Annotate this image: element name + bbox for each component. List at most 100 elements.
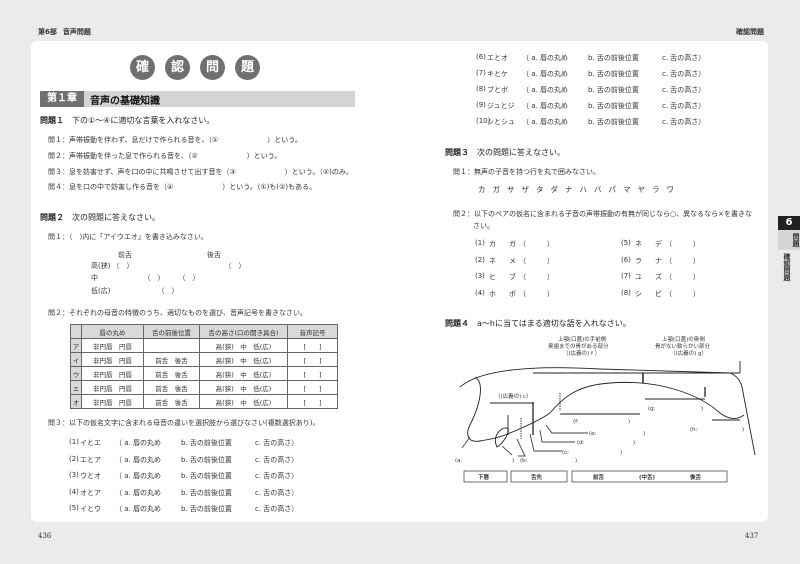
choice-c[interactable]: c. 舌の高さ） xyxy=(255,504,298,514)
choice-c[interactable]: c. 舌の高さ） xyxy=(662,85,705,95)
position-cell[interactable] xyxy=(143,338,200,353)
kana-row[interactable]: カガサザタダナハバパマヤラワ xyxy=(478,184,681,195)
pair-number: (8) xyxy=(621,288,631,297)
label-f-line2: 奥歯までの骨がある部分 xyxy=(548,342,609,350)
item-text: 息を口の中で妨害し作る音を（④ ）という。（①)も(②)もある。 xyxy=(69,183,317,191)
item-text: 声帯振動を伴わず、息だけで作られる音を、（① ）という。 xyxy=(69,136,302,144)
height-cell[interactable]: 高(狭) 中 低(広) xyxy=(199,394,288,409)
choice-a[interactable]: （ a. 唇の丸め xyxy=(115,438,161,448)
symbol-cell[interactable]: [ ] xyxy=(287,338,338,353)
answer-blank[interactable]: （ ） xyxy=(665,239,700,249)
svg-text:): ) xyxy=(512,458,514,464)
choice-b[interactable]: b. 舌の前後位置 xyxy=(588,85,639,95)
height-cell[interactable]: 高(狭) 中 低(広) xyxy=(199,366,288,381)
box-mid-tongue: (中舌) xyxy=(639,473,656,481)
symbol-cell[interactable]: [ ] xyxy=(287,366,338,381)
blank-c[interactable]: (c: xyxy=(562,450,569,456)
item-label: 問３： xyxy=(48,168,69,176)
position-cell[interactable]: 前舌 後舌 xyxy=(143,380,200,395)
svg-text:): ) xyxy=(633,440,635,446)
row-kana: ウ xyxy=(70,366,82,381)
column-header: 音声記号 xyxy=(287,324,338,339)
choice-a[interactable]: （ a. 唇の丸め xyxy=(522,85,568,95)
answer-blank[interactable]: （ ） xyxy=(519,256,554,266)
pair-number: (9) xyxy=(476,101,486,109)
choice-c[interactable]: c. 舌の高さ） xyxy=(662,53,705,63)
blank-f[interactable]: (f: xyxy=(573,419,579,425)
choice-c[interactable]: c. 舌の高さ） xyxy=(255,488,298,498)
blank-h[interactable]: (h: xyxy=(690,427,698,433)
height-cell[interactable]: 高(狭) 中 低(広) xyxy=(199,380,288,395)
choice-c[interactable]: c. 舌の高さ） xyxy=(662,101,705,111)
pair-kana: イとウ xyxy=(80,505,101,513)
choice-b[interactable]: b. 舌の前後位置 xyxy=(181,438,232,448)
table-row: エ 非円唇 円唇 前舌 後舌 高(狭) 中 低(広) [ ] xyxy=(70,380,338,395)
lips-cell[interactable]: 非円唇 円唇 xyxy=(81,366,144,381)
item-text: 以下のペアの仮名に含まれる子音の声帯振動の有無が同じなら○、異なるなら×を書きな xyxy=(474,210,752,218)
table-row: オ 非円唇 円唇 前舌 後舌 高(狭) 中 低(広) [ ] xyxy=(70,394,338,409)
lips-cell[interactable]: 非円唇 円唇 xyxy=(81,394,144,409)
choice-c[interactable]: c. 舌の高さ） xyxy=(255,455,298,465)
svg-text:): ) xyxy=(575,458,577,464)
choice-b[interactable]: b. 舌の前後位置 xyxy=(181,455,232,465)
pair-kana: ユ ズ xyxy=(635,273,665,281)
pair-kana: ネ メ xyxy=(489,256,519,265)
blank-a[interactable]: (a: xyxy=(455,458,463,464)
choice-a[interactable]: （ a. 唇の丸め xyxy=(115,488,161,498)
height-cell[interactable]: 高(狭) 中 低(広) xyxy=(199,352,288,367)
section-tab[interactable]: 6 問題 確認問題 xyxy=(778,216,800,281)
blank-b[interactable]: (b: xyxy=(520,458,528,464)
pair-number: (5) xyxy=(621,239,631,247)
choice-b[interactable]: b. 舌の前後位置 xyxy=(588,69,639,79)
item-text: 以下の仮名文字に含まれる母音の違いを選択肢から選びなさい(複数選択あり)。 xyxy=(69,419,320,427)
choice-b[interactable]: b. 舌の前後位置 xyxy=(181,504,232,514)
choice-c[interactable]: c. 舌の高さ） xyxy=(662,69,705,79)
position-cell[interactable]: 前舌 後舌 xyxy=(143,366,200,381)
choice-b[interactable]: b. 舌の前後位置 xyxy=(181,471,232,481)
symbol-cell[interactable]: [ ] xyxy=(287,380,338,395)
position-cell[interactable]: 前舌 後舌 xyxy=(143,394,200,409)
pair-number: (7) xyxy=(621,272,631,280)
answer-blank[interactable]: （ ） xyxy=(665,272,700,282)
choice-a[interactable]: （ a. 唇の丸め xyxy=(115,455,161,465)
lips-cell[interactable]: 非円唇 円唇 xyxy=(81,352,144,367)
choice-b[interactable]: b. 舌の前後位置 xyxy=(181,488,232,498)
height-cell[interactable]: 高(狭) 中 低(広) xyxy=(199,338,288,353)
blank-g[interactable]: (g: xyxy=(648,406,656,412)
choice-b[interactable]: b. 舌の前後位置 xyxy=(588,53,639,63)
symbol-cell[interactable]: [ ] xyxy=(287,352,338,367)
choice-c[interactable]: c. 舌の高さ） xyxy=(255,471,298,481)
choice-a[interactable]: （ a. 唇の丸め xyxy=(522,53,568,63)
lips-cell[interactable]: 非円唇 円唇 xyxy=(81,380,144,395)
choice-a[interactable]: （ a. 唇の丸め xyxy=(522,69,568,79)
answer-blank[interactable]: （ ） xyxy=(519,239,554,249)
choice-a[interactable]: （ a. 唇の丸め xyxy=(115,504,161,514)
answer-blank[interactable]: （ ） xyxy=(519,272,554,282)
answer-blank[interactable]: （ ） xyxy=(519,289,554,299)
choice-a[interactable]: （ a. 唇の丸め xyxy=(115,471,161,481)
vowel-chart-front-label: 前舌 xyxy=(118,251,132,259)
choice-a[interactable]: （ a. 唇の丸め xyxy=(522,117,568,127)
answer-blank[interactable]: （ ） xyxy=(665,289,700,299)
blank-e[interactable]: (e: xyxy=(589,431,597,437)
choice-b[interactable]: b. 舌の前後位置 xyxy=(588,101,639,111)
row-kana: ア xyxy=(70,338,82,353)
vowel-chart-row: 低(広) （ ） xyxy=(91,286,179,296)
choice-b[interactable]: b. 舌の前後位置 xyxy=(588,117,639,127)
pair-kana: シ ビ xyxy=(635,289,665,298)
choice-a[interactable]: （ a. 唇の丸め xyxy=(522,101,568,111)
choice-c[interactable]: c. 舌の高さ） xyxy=(662,117,705,127)
question-2-heading: 問題２ 次の問題に答えなさい。 xyxy=(40,212,160,223)
choice-c[interactable]: c. 舌の高さ） xyxy=(255,438,298,448)
position-cell[interactable]: 前舌 後舌 xyxy=(143,352,200,367)
pair-number: (6) xyxy=(476,53,486,61)
symbol-cell[interactable]: [ ] xyxy=(287,394,338,409)
pair-kana: ヒ ブ xyxy=(489,273,519,281)
pair-kana: ウとオ xyxy=(80,472,101,480)
svg-text:): ) xyxy=(643,431,645,437)
answer-blank[interactable]: （ ） xyxy=(665,256,700,266)
pair-kana: ラ ナ xyxy=(635,256,665,265)
pair-number: (3) xyxy=(69,471,79,479)
lips-cell[interactable]: 非円唇 円唇 xyxy=(81,338,144,353)
blank-d[interactable]: (d: xyxy=(577,440,585,446)
